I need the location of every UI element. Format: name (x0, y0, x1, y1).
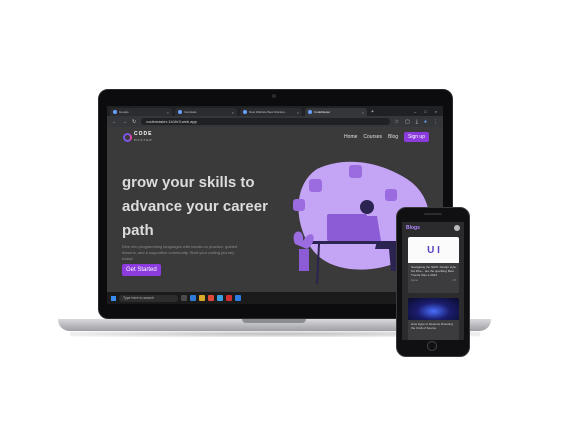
youtube-icon[interactable] (226, 295, 232, 301)
tab-google[interactable]: Google × (110, 108, 172, 116)
laptop-screen: Google × Interstate × New Website Best Moc… (107, 106, 443, 304)
back-icon[interactable]: ← (112, 119, 117, 125)
blog-card-title: Navigating the NEW: Design style but lit… (411, 265, 456, 277)
address-bar: ← → ↻ codemaster-1b1fe3.web.app ☆ ▢ ⤓ ● … (107, 116, 443, 127)
get-started-button[interactable]: Get Started (122, 264, 161, 276)
logo-icon (123, 133, 132, 142)
close-icon[interactable]: × (167, 110, 169, 115)
site-icon (178, 110, 182, 114)
blog-card-meta: 4.5 (452, 279, 456, 282)
close-window-icon[interactable]: × (435, 109, 437, 114)
maximize-icon[interactable]: □ (424, 109, 426, 114)
phone: Blogs U I Navigating the NEW: Design sty… (396, 207, 470, 357)
window-controls: – □ × (414, 109, 443, 116)
tab-interstate[interactable]: Interstate × (175, 108, 237, 116)
start-icon[interactable] (111, 295, 116, 301)
logo-name[interactable]: CODE (134, 132, 152, 137)
google-icon (113, 110, 117, 114)
profile-icon[interactable]: ● (424, 119, 427, 125)
logo-sub: MASTER (134, 138, 153, 142)
site-nav: CODE MASTER Home Courses Blog Sign up (107, 127, 443, 147)
extensions-icon[interactable]: ▢ (405, 119, 410, 125)
reload-icon[interactable]: ↻ (132, 119, 136, 125)
close-icon[interactable]: × (297, 110, 299, 115)
close-icon[interactable]: × (232, 110, 234, 115)
nav-home[interactable]: Home (344, 134, 357, 140)
file-explorer-icon[interactable] (199, 295, 205, 301)
store-icon[interactable] (217, 295, 223, 301)
taskbar-search[interactable]: Type here to search (119, 294, 178, 302)
site-icon (308, 110, 312, 114)
blog-card[interactable]: U I Navigating the NEW: Design style but… (408, 237, 459, 293)
vscode-icon[interactable] (235, 295, 241, 301)
browser-tab-bar: Google × Interstate × New Website Best Moc… (107, 106, 443, 116)
bookmark-icon[interactable]: ☆ (395, 119, 399, 125)
taskbar: Type here to search 27°C Sunny ⌂ ♪ (107, 292, 443, 304)
hero-title: grow your skills to advance your career … (122, 174, 268, 239)
forward-icon[interactable]: → (122, 119, 127, 125)
phone-header: Blogs (402, 222, 464, 234)
minimize-icon[interactable]: – (414, 109, 416, 114)
blogs-title: Blogs (406, 225, 420, 231)
new-tab-button[interactable]: + (367, 109, 374, 116)
menu-icon[interactable]: ⋮ (433, 119, 438, 125)
site-icon (243, 110, 247, 114)
tab-codemaster[interactable]: CodeMaster × (305, 108, 367, 116)
hero-description: Dive into programming languages with han… (122, 244, 238, 261)
blog-card-author: Home (411, 279, 418, 282)
task-view-icon[interactable] (181, 295, 187, 301)
base-notch (242, 319, 306, 323)
camera (272, 94, 276, 98)
close-icon[interactable]: × (362, 110, 364, 115)
tab-mockup[interactable]: New Website Best Mockup... × (240, 108, 302, 116)
nav-courses[interactable]: Courses (363, 134, 382, 140)
chrome-icon[interactable] (208, 295, 214, 301)
blog-card-title: How Hype to Deserve Directing the Craft … (411, 322, 453, 330)
url-field[interactable]: codemaster-1b1fe3.web.app (141, 118, 390, 125)
home-button[interactable] (427, 341, 437, 351)
website: CODE MASTER Home Courses Blog Sign up gr… (107, 127, 443, 292)
edge-icon[interactable] (190, 295, 196, 301)
blog-card[interactable]: How Hype to Deserve Directing the Craft … (408, 298, 459, 340)
phone-speaker (424, 213, 442, 215)
download-icon[interactable]: ⤓ (416, 119, 418, 125)
blog-card-image: U I (408, 237, 459, 263)
phone-screen: Blogs U I Navigating the NEW: Design sty… (402, 222, 464, 340)
nav-blog[interactable]: Blog (388, 134, 398, 140)
blog-card-image (408, 298, 459, 320)
avatar[interactable] (454, 225, 460, 231)
signup-button[interactable]: Sign up (404, 132, 429, 142)
